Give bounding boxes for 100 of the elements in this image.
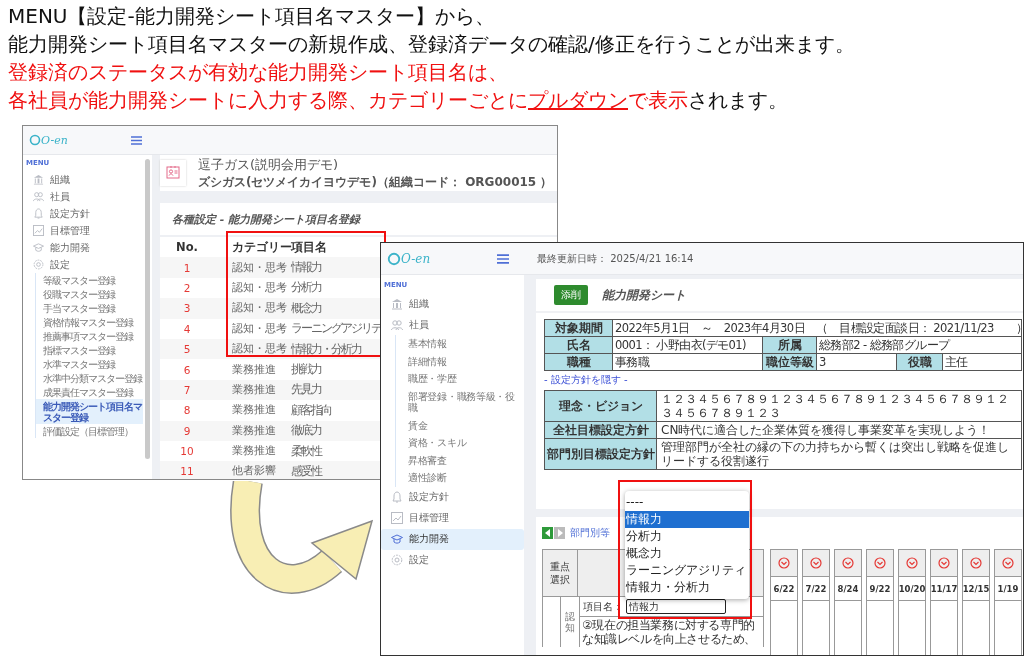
submenu-item[interactable]: 能力開発シート項目名マスター登録 (36, 399, 143, 424)
table-cell-text: 認知・思考 (231, 260, 288, 275)
submenu-item[interactable]: 賃金 (396, 416, 524, 434)
left-triangle-icon (544, 529, 551, 537)
submenu-item[interactable]: 職歴・学歴 (396, 370, 524, 388)
table-cell-text: 3 (182, 302, 192, 315)
nav-item[interactable]: 設定方針 (23, 205, 143, 222)
submenu-item[interactable]: 適性診断 (396, 469, 524, 487)
submenu-item[interactable]: 基本情報 (396, 335, 524, 353)
submenu-item[interactable]: 役職マスター登録 (36, 287, 143, 301)
table-cell-text: 業務推進 (231, 403, 277, 418)
chevron-down-icon[interactable] (1002, 557, 1014, 569)
chevron-down-icon[interactable] (906, 557, 918, 569)
field-label: 対象期間 (544, 319, 613, 337)
date-header: 7/22 (802, 577, 830, 601)
submenu-item[interactable]: 指標マスター登録 (36, 343, 143, 357)
table-cell: 情報力 (290, 259, 321, 277)
chevron-down-icon[interactable] (970, 557, 982, 569)
chevron-down-icon[interactable] (810, 557, 822, 569)
table-cell-text: 11 (179, 465, 195, 478)
chevron-down-icon[interactable] (778, 557, 790, 569)
field-value: 事務職 (612, 353, 763, 371)
submenu-item[interactable]: 成果責任マスター登録 (36, 385, 143, 399)
dropdown-option[interactable]: ---- (625, 494, 749, 511)
table-cell-text: 認知・思考 (231, 321, 288, 336)
submenu-item[interactable]: 部署登録・職務等級・役職 (396, 387, 524, 417)
submenu-item[interactable]: 推薦事項マスター登録 (36, 329, 143, 343)
date-header: 9/22 (866, 577, 894, 601)
dropdown-option[interactable]: 情報力・分析力 (625, 579, 749, 596)
gear-icon (33, 259, 44, 270)
edit-button[interactable]: 添削 (554, 285, 588, 305)
table-cell: 概念力 (290, 299, 321, 317)
nav-item[interactable]: 組織 (381, 293, 524, 314)
category-text: 認知 (565, 611, 575, 635)
nav-item[interactable]: 目標管理 (23, 222, 143, 239)
logo-text: O-en (401, 251, 431, 266)
field-value: 管理部門が全社の縁の下の力持ちから暫くは突出し戦略を促進しリードする役割遂行 (656, 438, 1022, 470)
graduation-cap-icon (391, 533, 403, 545)
field-value: 総務部2 - 総務部グループ (816, 336, 1022, 354)
chevron-down-icon[interactable] (842, 557, 854, 569)
submenu-item[interactable]: 資格・スキル (396, 434, 524, 452)
table-cell (834, 601, 862, 655)
nav-item[interactable]: 社員 (381, 314, 524, 335)
submenu-item[interactable]: 水準中分類マスター登録 (36, 371, 143, 385)
date-header: 11/17 (930, 577, 958, 601)
table-cell (898, 601, 926, 655)
menu-icon[interactable] (497, 253, 509, 264)
scrollbar[interactable] (145, 159, 150, 459)
previous-button[interactable] (542, 527, 553, 539)
bell-icon (391, 491, 403, 503)
submenu-item[interactable]: 手当マスター登録 (36, 301, 143, 315)
nav-item[interactable]: 社員 (23, 188, 143, 205)
logo-text: O-en (41, 133, 68, 147)
chevron-down-icon[interactable] (874, 557, 886, 569)
table-cell-text: 業務推進 (231, 382, 277, 397)
description-text: ②現在の担当業務に対する専門的な知識レベルを向上させるため、 (581, 617, 757, 647)
table-cell-text: 認知・思考 (231, 301, 288, 316)
nav-item[interactable]: 設定方針 (381, 486, 524, 508)
instruction-text: 能力開発シート項目名マスターの新規作成、登録済データの確認/修正を行うことが出来ます。 (8, 31, 856, 58)
dropdown-option[interactable]: 概念力 (625, 545, 749, 562)
table-cell (962, 601, 990, 655)
nav-item[interactable]: 設定 (381, 549, 524, 571)
column-header: カテゴリー (231, 239, 290, 255)
chart-icon (33, 225, 44, 236)
submenu-item[interactable]: 評価設定（目標管理） (36, 424, 143, 438)
field-value: CN時代に適合した企業体質を獲得し事業変革を実現しよう！ (656, 421, 1022, 439)
table-cell: 徹底力 (290, 422, 321, 440)
table-cell: 感受性 (290, 463, 321, 479)
nav-item[interactable]: 能力開発 (381, 528, 524, 550)
logo-icon (387, 251, 401, 266)
submenu-item[interactable]: 資格情報マスター登録 (36, 315, 143, 329)
chart-icon (391, 512, 403, 524)
nav-item[interactable]: 目標管理 (381, 507, 524, 529)
nav-item[interactable]: 能力開発 (23, 239, 143, 256)
table-cell: 挑戦力 (290, 361, 321, 379)
hide-policy-link[interactable]: - 設定方針を隠す - (544, 373, 1023, 387)
date-header: 10/20 (898, 577, 926, 601)
table-cell-text: 6 (182, 363, 192, 376)
menu-icon[interactable] (131, 135, 142, 145)
select-field[interactable]: 情報力 (626, 599, 726, 614)
submenu-item[interactable]: 昇格審査 (396, 451, 524, 469)
chevron-down-icon[interactable] (938, 557, 950, 569)
submenu-item[interactable]: 水準マスター登録 (36, 357, 143, 371)
graduation-cap-icon (33, 242, 44, 253)
dropdown-option[interactable]: 分析力 (625, 528, 749, 545)
table-cell-text: 10 (179, 445, 195, 458)
people-icon (33, 191, 44, 202)
next-button[interactable] (554, 527, 565, 539)
dropdown-option[interactable]: 情報力 (625, 511, 749, 528)
submenu-item[interactable]: 等級マスター登録 (36, 273, 143, 287)
submenu-item[interactable]: 詳細情報 (396, 352, 524, 370)
table-cell (994, 601, 1022, 655)
nav-item[interactable]: 設定 (23, 256, 143, 273)
table-cell-text: 認知・思考 (231, 342, 288, 357)
nav-item[interactable]: 組織 (23, 171, 143, 188)
dropdown-option[interactable]: ラーニングアジリティ (625, 562, 749, 579)
org-name: 逗子ガス(説明会用デモ) (198, 155, 340, 174)
last-updated-text: 最終更新日時： 2025/4/21 16:14 (537, 251, 694, 266)
table-cell-text: 9 (182, 424, 192, 437)
date-header: 1/19 (994, 577, 1022, 601)
